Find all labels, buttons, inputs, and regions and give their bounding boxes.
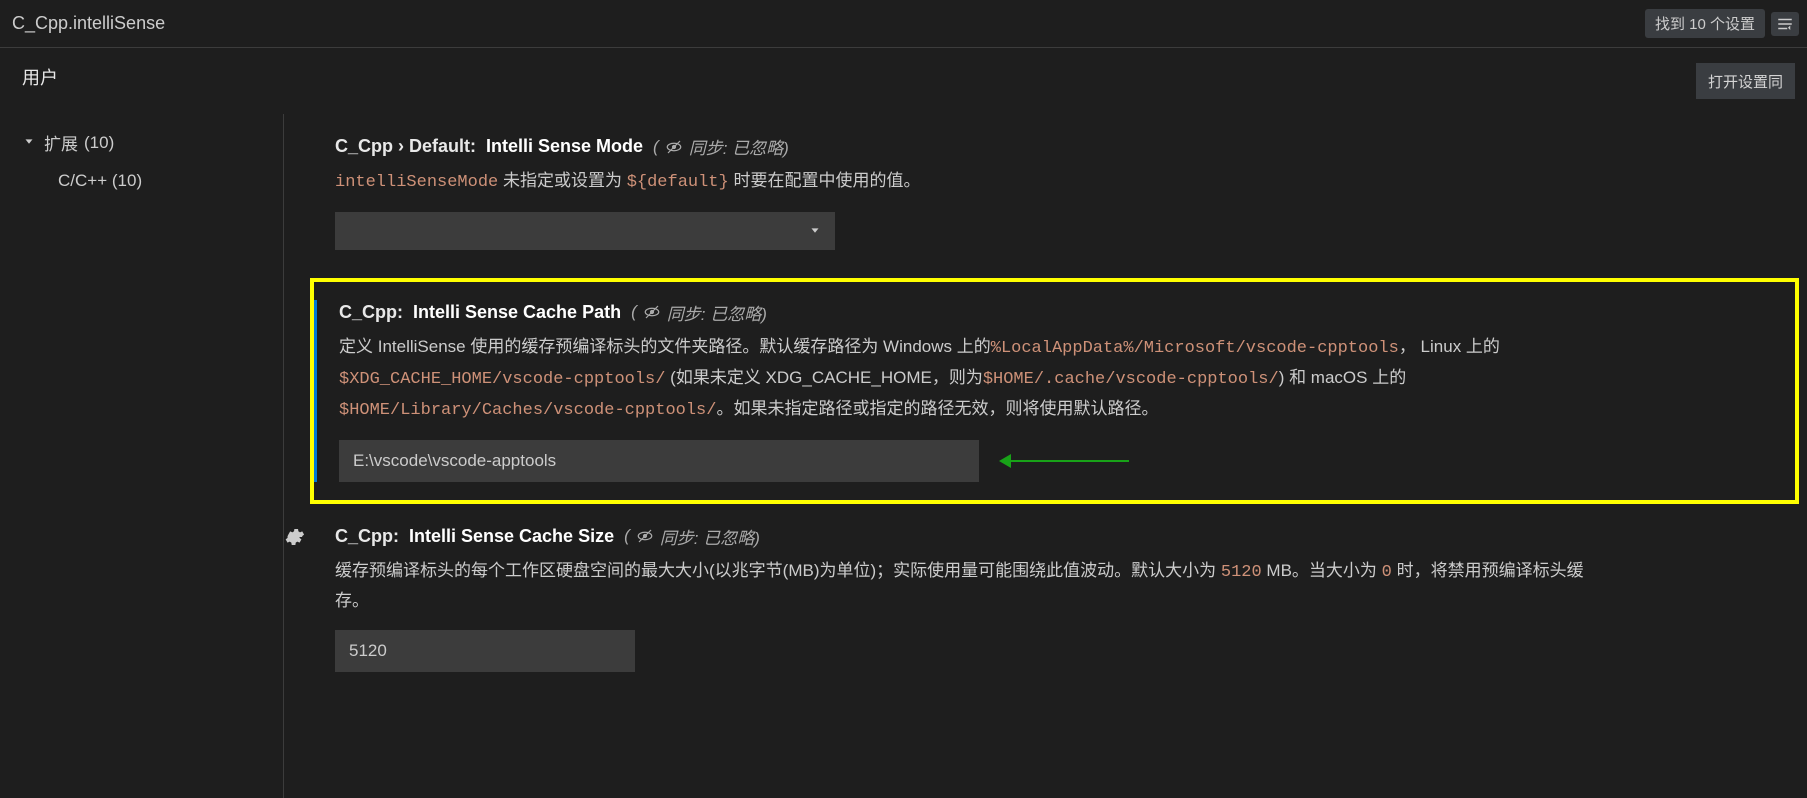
sync-status: ( 同步: 已忽略) bbox=[653, 134, 789, 159]
annotation-arrow bbox=[1009, 460, 1129, 462]
gear-icon[interactable] bbox=[284, 526, 305, 548]
sidebar-item-label: 扩展 bbox=[44, 130, 78, 155]
sync-ignored-icon bbox=[636, 527, 654, 545]
setting-intellisense-cache-path: C_Cpp: Intelli Sense Cache Path ( 同步: 已忽… bbox=[314, 300, 1795, 482]
setting-name: Intelli Sense Mode bbox=[486, 136, 643, 157]
settings-content: C_Cpp › Default: Intelli Sense Mode ( 同步… bbox=[284, 114, 1807, 798]
setting-description: 缓存预编译标头的每个工作区硬盘空间的最大大小(以兆字节(MB)为单位)；实际使用… bbox=[335, 557, 1615, 617]
filter-icon[interactable] bbox=[1771, 12, 1799, 36]
sync-status: ( 同步: 已忽略) bbox=[624, 524, 760, 549]
sidebar-item-count: (10) bbox=[112, 171, 142, 190]
sync-ignored-icon bbox=[665, 138, 683, 156]
setting-prefix: C_Cpp: bbox=[335, 526, 399, 547]
tab-user[interactable]: 用户 bbox=[22, 64, 58, 98]
setting-name: Intelli Sense Cache Size bbox=[409, 526, 614, 547]
chevron-down-icon bbox=[22, 135, 38, 151]
setting-description: 定义 IntelliSense 使用的缓存预编译标头的文件夹路径。默认缓存路径为… bbox=[339, 333, 1619, 426]
setting-intellisense-mode: C_Cpp › Default: Intelli Sense Mode ( 同步… bbox=[310, 134, 1799, 250]
settings-scope-tabs: 用户 打开设置同 bbox=[0, 48, 1807, 114]
sidebar-item-label: C/C++ bbox=[58, 171, 107, 190]
setting-name: Intelli Sense Cache Path bbox=[413, 302, 621, 323]
annotation-highlight-box: C_Cpp: Intelli Sense Cache Path ( 同步: 已忽… bbox=[310, 278, 1799, 504]
setting-description: intelliSenseMode 未指定或设置为 ${default} 时要在配… bbox=[335, 167, 1615, 198]
open-settings-sync-button[interactable]: 打开设置同 bbox=[1696, 63, 1795, 99]
search-right-actions: 找到 10 个设置 bbox=[1645, 9, 1799, 38]
results-count-badge: 找到 10 个设置 bbox=[1645, 9, 1765, 38]
sync-status: ( 同步: 已忽略) bbox=[631, 300, 767, 325]
sidebar-item-count: (10) bbox=[84, 133, 114, 153]
settings-toc-sidebar: 扩展 (10) C/C++ (10) bbox=[0, 114, 284, 798]
intellisense-mode-select[interactable] bbox=[335, 212, 835, 250]
settings-search-bar: C_Cpp.intelliSense 找到 10 个设置 bbox=[0, 0, 1807, 48]
cache-size-input[interactable] bbox=[335, 630, 635, 672]
cache-path-input[interactable] bbox=[339, 440, 979, 482]
chevron-down-icon bbox=[808, 224, 822, 238]
sync-ignored-icon bbox=[643, 303, 661, 321]
search-input-text[interactable]: C_Cpp.intelliSense bbox=[12, 13, 165, 34]
setting-prefix: C_Cpp › Default: bbox=[335, 136, 476, 157]
sidebar-item-ccpp[interactable]: C/C++ (10) bbox=[0, 163, 283, 199]
sidebar-item-extensions[interactable]: 扩展 (10) bbox=[0, 122, 283, 163]
setting-intellisense-cache-size: C_Cpp: Intelli Sense Cache Size ( 同步: 已忽… bbox=[310, 524, 1799, 673]
setting-prefix: C_Cpp: bbox=[339, 302, 403, 323]
